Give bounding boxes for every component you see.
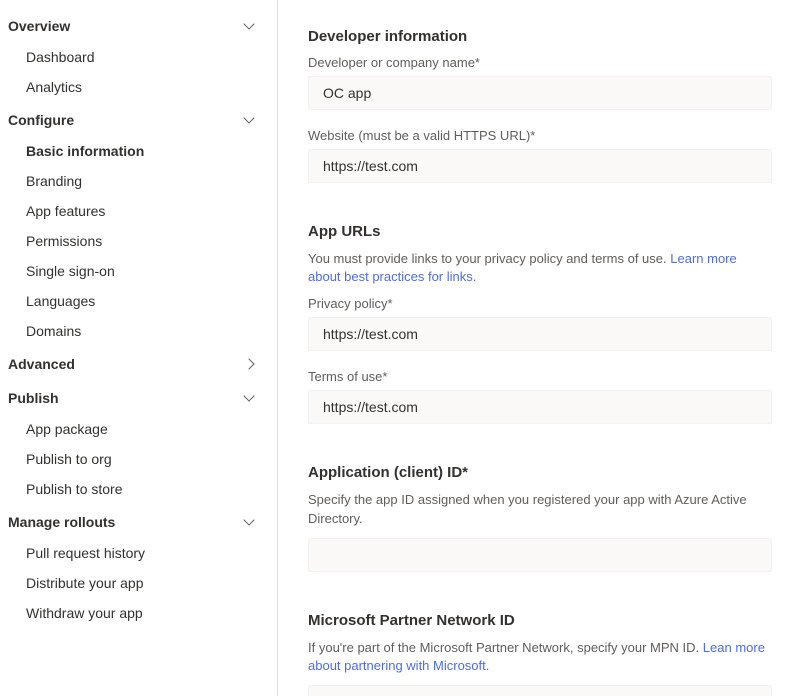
field-label: Developer or company name*	[308, 55, 772, 70]
field-label: Privacy policy*	[308, 296, 772, 311]
nav-item-single-sign-on[interactable]: Single sign-on	[0, 256, 277, 286]
developer-name-input[interactable]	[308, 76, 772, 110]
chevron-down-icon	[243, 392, 255, 404]
nav-section-overview: Overview Dashboard Analytics	[0, 10, 277, 102]
privacy-policy-input[interactable]	[308, 317, 772, 351]
nav-item-branding[interactable]: Branding	[0, 166, 277, 196]
nav-item-dashboard[interactable]: Dashboard	[0, 42, 277, 72]
nav-header-configure[interactable]: Configure	[0, 104, 277, 136]
nav-item-basic-information[interactable]: Basic information	[0, 136, 277, 166]
chevron-down-icon	[243, 114, 255, 126]
nav-item-domains[interactable]: Domains	[0, 316, 277, 346]
terms-of-use-input[interactable]	[308, 390, 772, 424]
nav-item-permissions[interactable]: Permissions	[0, 226, 277, 256]
field-website: Website (must be a valid HTTPS URL)*	[308, 128, 772, 183]
website-input[interactable]	[308, 149, 772, 183]
field-label: Website (must be a valid HTTPS URL)*	[308, 128, 772, 143]
section-title: Application (client) ID*	[308, 464, 772, 481]
nav-item-publish-to-org[interactable]: Publish to org	[0, 444, 277, 474]
chevron-down-icon	[243, 516, 255, 528]
field-developer-name: Developer or company name*	[308, 55, 772, 110]
nav-item-publish-to-store[interactable]: Publish to store	[0, 474, 277, 504]
nav-header-label: Publish	[8, 390, 243, 406]
section-desc: If you're part of the Microsoft Partner …	[308, 639, 772, 675]
section-developer-information: Developer information Developer or compa…	[308, 28, 772, 183]
nav-header-label: Configure	[8, 112, 243, 128]
mpn-id-input[interactable]	[308, 685, 772, 696]
section-app-urls: App URLs You must provide links to your …	[308, 223, 772, 424]
nav-header-label: Advanced	[8, 356, 243, 372]
nav-section-advanced: Advanced	[0, 348, 277, 380]
section-client-id: Application (client) ID* Specify the app…	[308, 464, 772, 571]
field-label: Terms of use*	[308, 369, 772, 384]
nav-section-publish: Publish App package Publish to org Publi…	[0, 382, 277, 504]
nav-header-label: Manage rollouts	[8, 514, 243, 530]
section-title: Microsoft Partner Network ID	[308, 612, 772, 629]
desc-text: If you're part of the Microsoft Partner …	[308, 640, 703, 655]
main-content: Developer information Developer or compa…	[278, 0, 800, 696]
nav-header-publish[interactable]: Publish	[0, 382, 277, 414]
nav-item-app-features[interactable]: App features	[0, 196, 277, 226]
nav-section-configure: Configure Basic information Branding App…	[0, 104, 277, 346]
sidebar: Overview Dashboard Analytics Configure B…	[0, 0, 278, 696]
chevron-down-icon	[243, 20, 255, 32]
chevron-right-icon	[243, 358, 255, 370]
section-title: Developer information	[308, 28, 772, 45]
field-terms-of-use: Terms of use*	[308, 369, 772, 424]
field-mpn-id	[308, 685, 772, 696]
nav-header-manage-rollouts[interactable]: Manage rollouts	[0, 506, 277, 538]
nav-item-app-package[interactable]: App package	[0, 414, 277, 444]
nav-header-advanced[interactable]: Advanced	[0, 348, 277, 380]
nav-header-label: Overview	[8, 18, 243, 34]
field-client-id	[308, 538, 772, 572]
section-title: App URLs	[308, 223, 772, 240]
nav-item-withdraw-your-app[interactable]: Withdraw your app	[0, 598, 277, 628]
section-desc: You must provide links to your privacy p…	[308, 250, 772, 286]
section-desc: Specify the app ID assigned when you reg…	[308, 491, 772, 527]
field-privacy-policy: Privacy policy*	[308, 296, 772, 351]
nav-header-overview[interactable]: Overview	[0, 10, 277, 42]
client-id-input[interactable]	[308, 538, 772, 572]
section-mpn-id: Microsoft Partner Network ID If you're p…	[308, 612, 772, 696]
nav-item-analytics[interactable]: Analytics	[0, 72, 277, 102]
nav-section-manage-rollouts: Manage rollouts Pull request history Dis…	[0, 506, 277, 628]
nav-item-languages[interactable]: Languages	[0, 286, 277, 316]
nav-item-distribute-your-app[interactable]: Distribute your app	[0, 568, 277, 598]
nav-item-pull-request-history[interactable]: Pull request history	[0, 538, 277, 568]
desc-text: You must provide links to your privacy p…	[308, 251, 670, 266]
